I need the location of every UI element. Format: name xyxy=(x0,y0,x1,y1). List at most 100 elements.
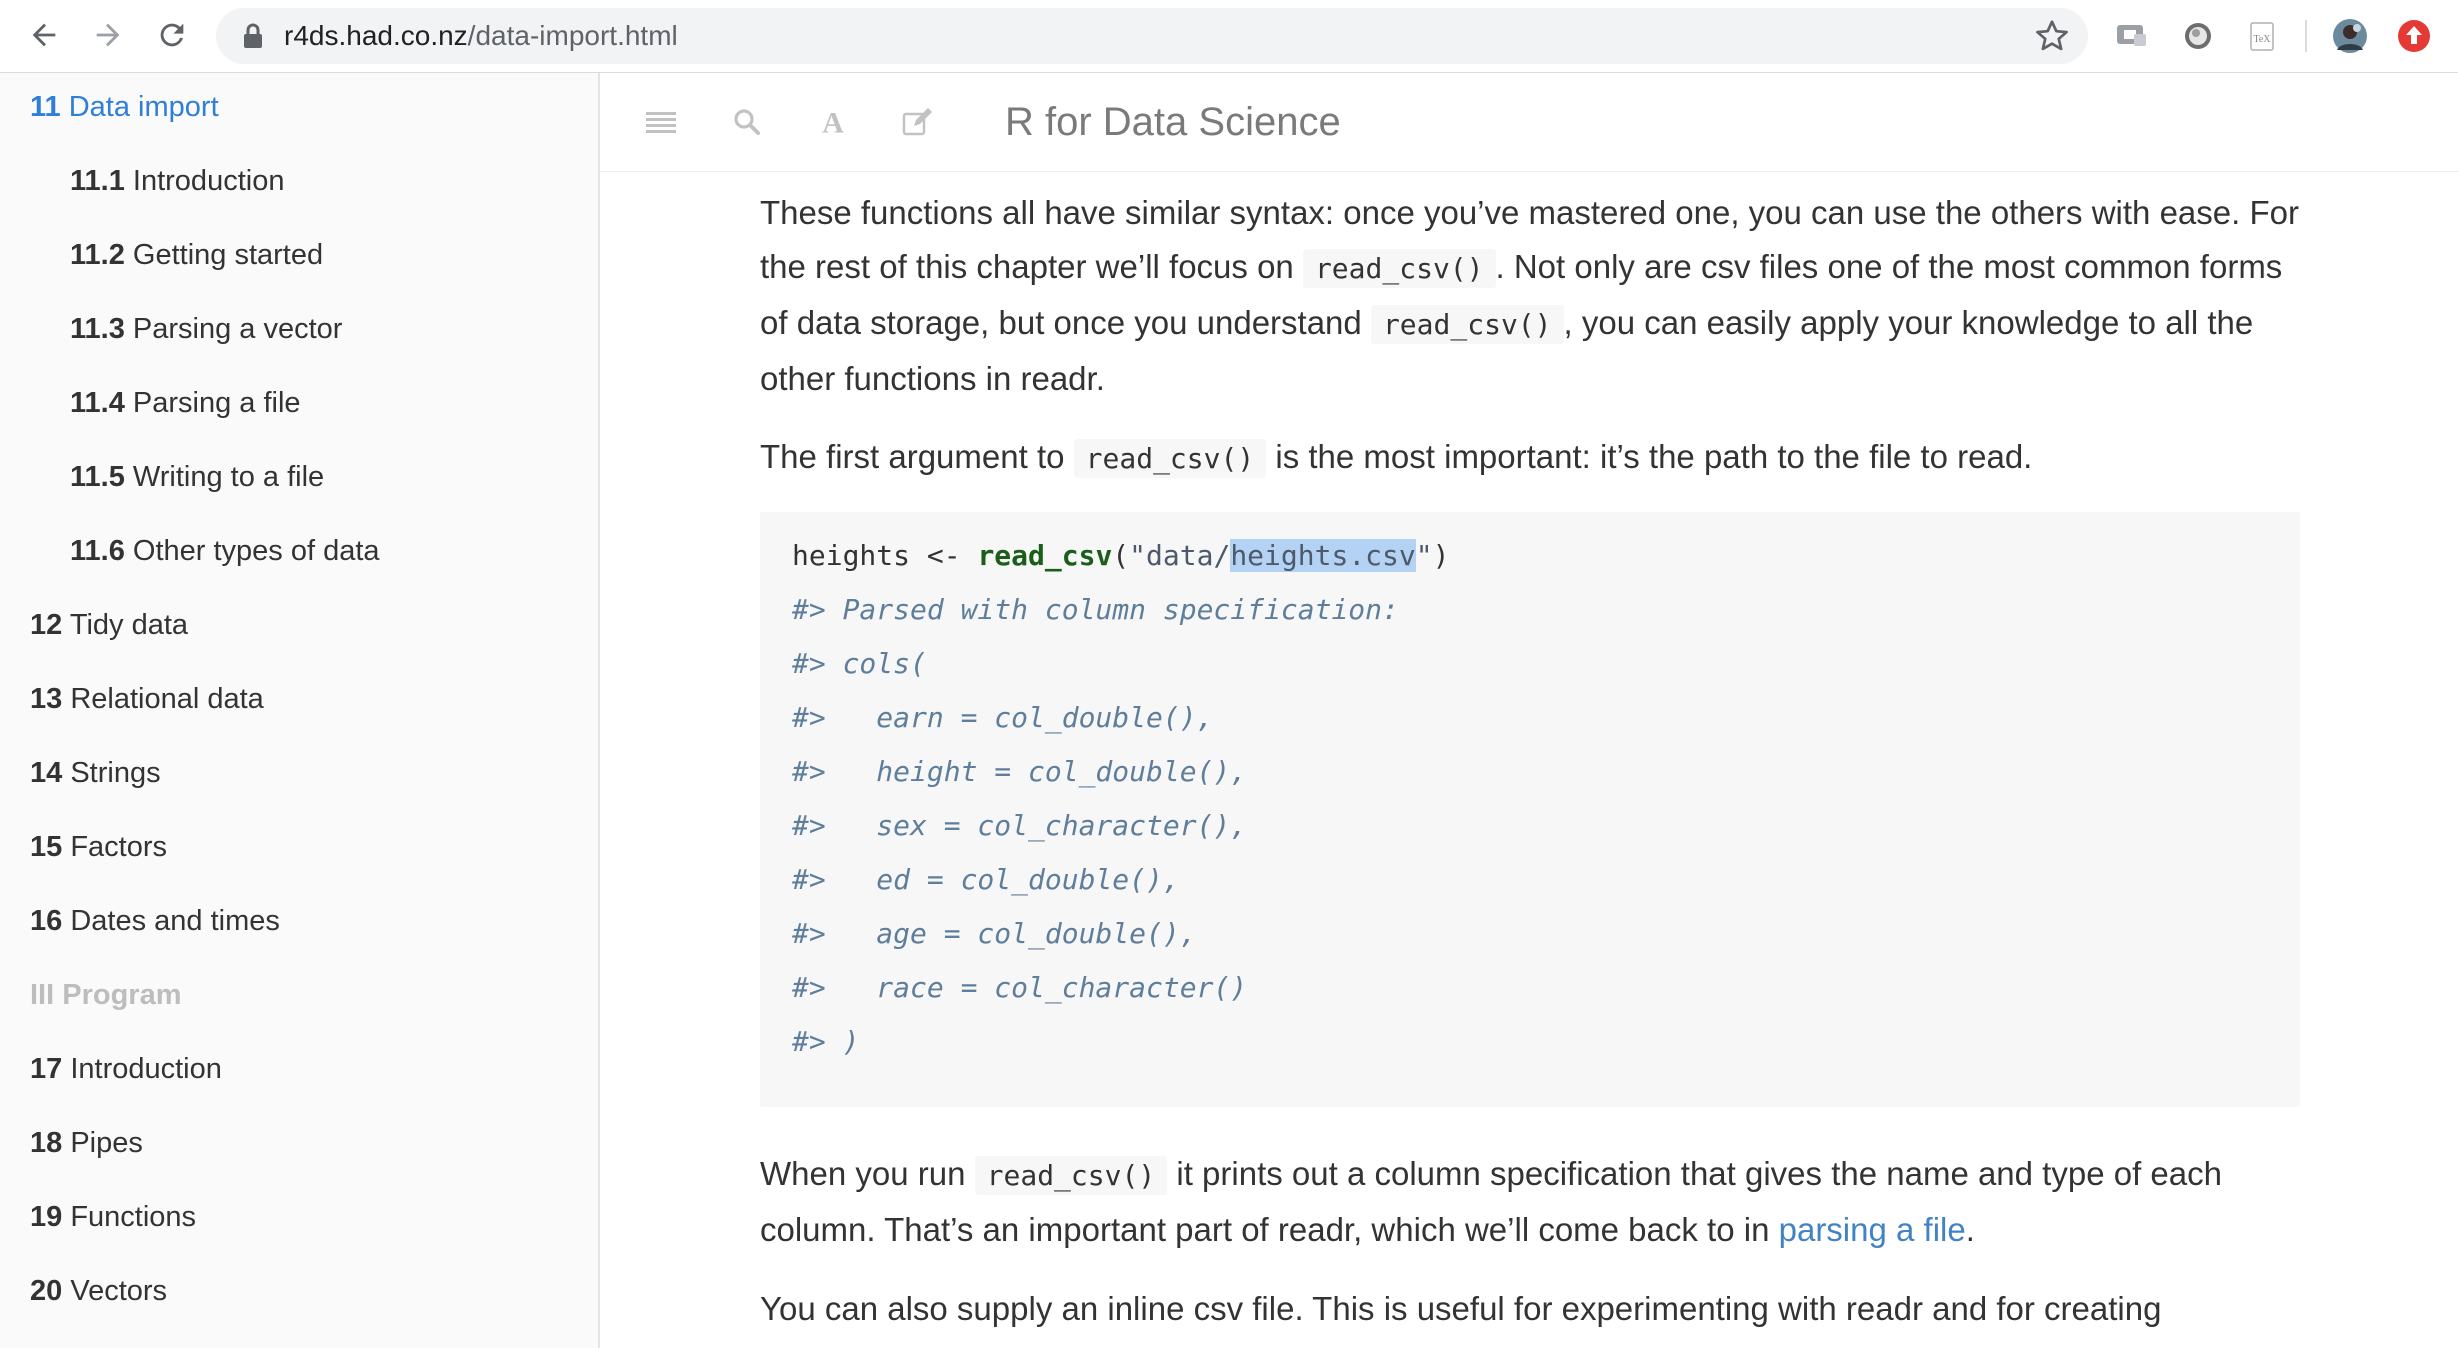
toc-number: 17 xyxy=(30,1053,63,1085)
code-output-line: #> ) xyxy=(792,1025,860,1058)
update-arrow-icon[interactable] xyxy=(2396,18,2432,54)
code-output-line: #> earn = col_double(), xyxy=(792,701,1214,734)
code-variable: heights <- xyxy=(792,539,978,572)
extension-circle-icon[interactable] xyxy=(2180,18,2216,54)
code-output-line: #> ed = col_double(), xyxy=(792,863,1180,896)
cast-extension-icon[interactable] xyxy=(2114,18,2150,54)
code-output-line: #> Parsed with column specification: xyxy=(792,593,1399,626)
text: is the most important: it’s the path to … xyxy=(1266,438,2033,475)
toc-number: 19 xyxy=(30,1201,63,1233)
sidebar-item-introduction[interactable]: 11.1 Introduction xyxy=(70,164,284,198)
toc-label: Program xyxy=(62,979,182,1011)
sidebar-item-writing-to-a-file[interactable]: 11.5 Writing to a file xyxy=(70,460,324,494)
toc-label: Relational data xyxy=(70,683,264,715)
forward-arrow-icon xyxy=(96,23,120,47)
url-host: r4ds.had.co.nz xyxy=(284,20,468,51)
text: The first argument to xyxy=(760,438,1074,475)
sidebar-item-parsing-a-file[interactable]: 11.4 Parsing a file xyxy=(70,386,301,420)
text: You can also supply an inline csv file. … xyxy=(760,1290,2162,1327)
toc-label: Dates and times xyxy=(70,905,280,937)
address-bar[interactable]: r4ds.had.co.nz/data-import.html xyxy=(216,8,2088,64)
url-text[interactable]: r4ds.had.co.nz/data-import.html xyxy=(284,21,678,51)
text: . xyxy=(1965,1211,1975,1248)
toc-number: 12 xyxy=(30,609,63,641)
code-paren: ) xyxy=(1432,539,1450,572)
sidebar-item-getting-started[interactable]: 11.2 Getting started xyxy=(70,238,323,272)
toc-label: Introduction xyxy=(70,1053,222,1085)
toc-number: 20 xyxy=(30,1275,63,1307)
toc-label: Introduction xyxy=(132,165,285,197)
toc-number: 14 xyxy=(30,757,63,789)
sidebar-item-functions[interactable]: 19 Functions xyxy=(30,1200,196,1234)
toc-label: Getting started xyxy=(132,239,324,271)
bookmark-star-icon[interactable] xyxy=(2034,18,2070,54)
sidebar-item-introduction[interactable]: 17 Introduction xyxy=(30,1052,222,1086)
sidebar-item-strings[interactable]: 14 Strings xyxy=(30,756,161,790)
toc-number: 11 xyxy=(30,91,61,123)
sidebar-item-tidy-data[interactable]: 12 Tidy data xyxy=(30,608,188,642)
sidebar-item-dates-and-times[interactable]: 16 Dates and times xyxy=(30,904,280,938)
toc-label: Factors xyxy=(70,831,168,863)
paragraph-inline-csv: You can also supply an inline csv file. … xyxy=(760,1282,2300,1336)
edit-icon[interactable] xyxy=(898,103,936,141)
code-string: " xyxy=(1415,539,1433,572)
toc-label: Tidy data xyxy=(69,609,189,641)
toc-number: 11.3 xyxy=(70,313,125,345)
toc-number: 15 xyxy=(30,831,63,863)
book-toc-sidebar: 11 Data import 11.1 Introduction 11.2 Gett… xyxy=(0,73,600,1348)
code-line: heights <- read_csv("data/heights.csv") xyxy=(792,536,1449,576)
toc-number: 11.1 xyxy=(70,165,125,197)
toc-number: 11.6 xyxy=(70,535,125,567)
toc-number: 11.4 xyxy=(70,387,125,419)
svg-text:A: A xyxy=(822,107,844,137)
menu-icon[interactable] xyxy=(642,103,680,141)
paragraph-syntax: These functions all have similar syntax:… xyxy=(760,186,2300,406)
lock-icon xyxy=(244,23,262,48)
back-button[interactable] xyxy=(22,13,66,57)
book-toolbar: A R for Data Science xyxy=(600,73,2458,172)
reload-icon xyxy=(160,23,184,47)
font-settings-icon[interactable]: A xyxy=(814,103,852,141)
toc-number: III xyxy=(30,979,55,1011)
code-block[interactable]: heights <- read_csv("data/heights.csv") … xyxy=(760,512,2300,1107)
forward-button[interactable] xyxy=(86,13,130,57)
sidebar-item-other-types-of-data[interactable]: 11.6 Other types of data xyxy=(70,534,380,568)
reload-button[interactable] xyxy=(150,13,194,57)
sidebar-item-program: III Program xyxy=(30,978,182,1012)
toc-number: 16 xyxy=(30,905,63,937)
code-output-line: #> cols( xyxy=(792,647,927,680)
sidebar-item-pipes[interactable]: 18 Pipes xyxy=(30,1126,143,1160)
sidebar-item-relational-data[interactable]: 13 Relational data xyxy=(30,682,264,716)
toc-label: Vectors xyxy=(70,1275,168,1307)
sidebar-item-factors[interactable]: 15 Factors xyxy=(30,830,167,864)
inline-code: read_csv() xyxy=(1073,439,1267,478)
inline-code: read_csv() xyxy=(1370,305,1564,344)
code-output-line: #> height = col_double(), xyxy=(792,755,1248,788)
book-title[interactable]: R for Data Science xyxy=(1005,99,1341,145)
toc-label: Data import xyxy=(68,91,219,123)
selected-text: heights.csv xyxy=(1230,539,1416,572)
text: When you run xyxy=(760,1155,975,1192)
sidebar-item-data-import[interactable]: 11 Data import xyxy=(30,90,219,124)
code-output-line: #> race = col_character() xyxy=(792,971,1248,1004)
code-string: "data/ xyxy=(1129,539,1231,572)
svg-text:TeX: TeX xyxy=(2253,34,2271,45)
tex-extension-icon[interactable]: TeX xyxy=(2244,18,2280,54)
toc-number: 11.5 xyxy=(70,461,125,493)
toc-label: Strings xyxy=(70,757,161,789)
back-arrow-icon xyxy=(32,23,56,47)
toc-label: Pipes xyxy=(70,1127,143,1159)
toc-label: Functions xyxy=(70,1201,197,1233)
code-function: read_csv xyxy=(977,539,1113,572)
parsing-a-file-link[interactable]: parsing a file xyxy=(1779,1211,1966,1248)
search-icon[interactable] xyxy=(728,103,766,141)
paragraph-first-argument: The first argument to read_csv() is the … xyxy=(760,430,2300,486)
toc-label: Other types of data xyxy=(132,535,380,567)
toc-label: Writing to a file xyxy=(132,461,325,493)
toc-number: 18 xyxy=(30,1127,63,1159)
profile-avatar[interactable] xyxy=(2332,18,2368,54)
sidebar-item-parsing-a-vector[interactable]: 11.3 Parsing a vector xyxy=(70,312,342,346)
paragraph-column-spec: When you run read_csv() it prints out a … xyxy=(760,1147,2300,1257)
browser-toolbar: r4ds.had.co.nz/data-import.html TeX xyxy=(0,0,2458,73)
sidebar-item-vectors[interactable]: 20 Vectors xyxy=(30,1274,167,1308)
